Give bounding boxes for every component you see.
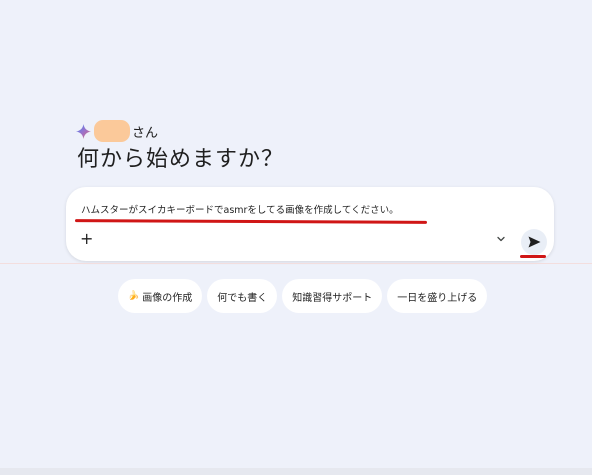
chip-create-image[interactable]: 🍌 画像の作成: [118, 279, 203, 313]
chip-label: 何でも書く: [217, 292, 268, 304]
suggestion-chips: 🍌 画像の作成 何でも書く 知識習得サポート 一日を盛り上げる: [118, 279, 488, 313]
prompt-input-text[interactable]: ハムスターがスイカキーボードでasmrをしてる画像を作成してください。: [81, 202, 399, 216]
divider: [0, 263, 592, 264]
chevron-down-icon[interactable]: [496, 234, 506, 244]
banana-icon: 🍌: [128, 291, 140, 301]
chip-learning-support[interactable]: 知識習得サポート: [282, 279, 383, 313]
prompt-input-box[interactable]: ハムスターがスイカキーボードでasmrをしてる画像を作成してください。 +: [66, 187, 554, 261]
send-icon: [528, 236, 540, 248]
greeting-suffix: さん: [132, 125, 159, 141]
user-name-redaction: [94, 120, 130, 142]
annotation-underline-prompt: [74, 219, 428, 224]
send-button[interactable]: [521, 229, 547, 255]
greeting-row: さん: [76, 120, 159, 142]
add-attachment-button[interactable]: +: [80, 231, 93, 247]
gemini-spark-icon: [76, 123, 91, 139]
chip-label: 知識習得サポート: [292, 292, 373, 304]
app-page: さん 何から始めますか？ ハムスターがスイカキーボードでasmrをしてる画像を作…: [0, 0, 592, 475]
chip-label: 一日を盛り上げる: [397, 292, 478, 304]
annotation-underline-send: [520, 255, 546, 258]
page-title: 何から始めますか？: [77, 147, 285, 172]
chip-write-anything[interactable]: 何でも書く: [207, 279, 278, 313]
bottom-edge: [0, 468, 592, 475]
chip-boost-day[interactable]: 一日を盛り上げる: [387, 279, 488, 313]
chip-label: 画像の作成: [142, 292, 193, 304]
